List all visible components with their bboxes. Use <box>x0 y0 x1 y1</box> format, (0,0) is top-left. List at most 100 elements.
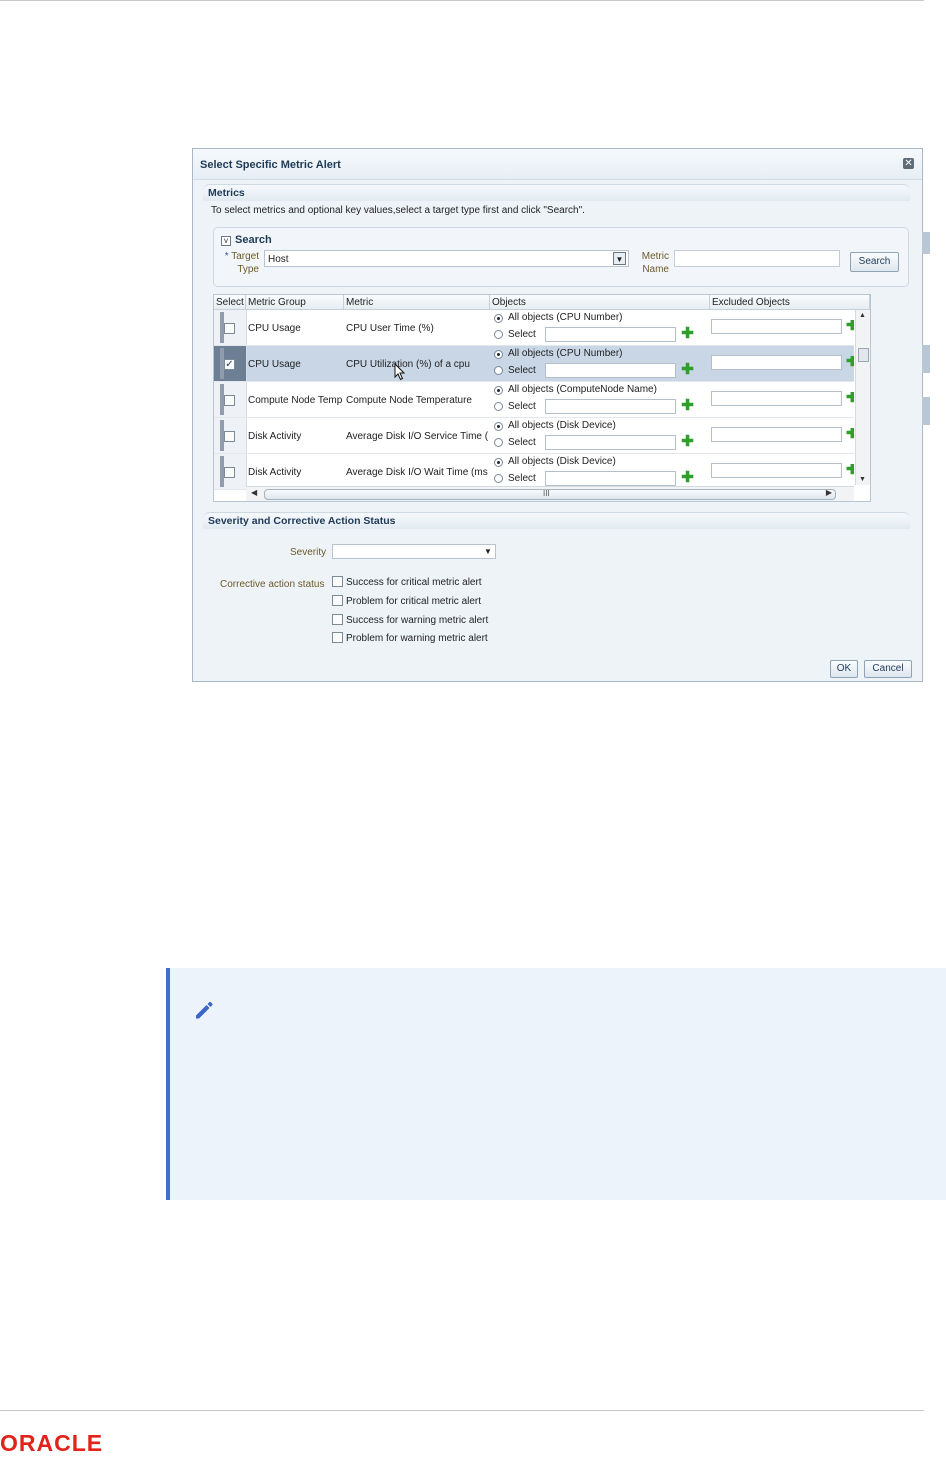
excluded-objects-input[interactable] <box>711 427 842 442</box>
dialog-title: Select Specific Metric Alert <box>200 159 341 171</box>
page-edge-strip <box>922 397 930 425</box>
option-checkbox[interactable] <box>332 576 343 587</box>
chevron-down-icon[interactable]: ▼ <box>482 546 494 557</box>
add-icon[interactable]: ✚ <box>681 326 694 341</box>
row-select-checkbox[interactable] <box>224 467 235 478</box>
select-objects-radio[interactable] <box>494 438 503 447</box>
target-type-label: * Target Type <box>224 251 259 275</box>
add-icon[interactable]: ✚ <box>681 470 694 485</box>
corrective-option[interactable]: Success for warning metric alert <box>332 614 488 626</box>
scrollbar-thumb[interactable]: III <box>264 489 836 500</box>
corrective-option[interactable]: Success for critical metric alert <box>332 576 482 588</box>
disclosure-icon[interactable]: v <box>221 236 231 246</box>
oracle-logo-text: ORACLE <box>0 1430 103 1456</box>
metric-group-cell: Disk Activity <box>248 431 302 442</box>
metric-cell: CPU User Time (%) <box>346 323 434 334</box>
add-icon[interactable]: ✚ <box>846 320 854 333</box>
select-objects-radio[interactable] <box>494 330 503 339</box>
all-objects-radio[interactable] <box>494 422 503 431</box>
all-objects-radio[interactable] <box>494 386 503 395</box>
page-edge-strip <box>922 232 930 254</box>
vertical-scrollbar[interactable]: ▲ ▼ <box>855 310 870 485</box>
close-icon[interactable]: ✕ <box>903 158 914 169</box>
select-objects-label: Select <box>508 401 536 412</box>
page-edge-strip <box>922 345 930 373</box>
objects-input[interactable] <box>545 363 676 378</box>
excluded-objects-input[interactable] <box>711 463 842 478</box>
row-select-checkbox[interactable] <box>224 431 235 442</box>
select-objects-radio[interactable] <box>494 366 503 375</box>
row-select-checkbox[interactable]: ✓ <box>224 359 235 370</box>
add-icon[interactable]: ✚ <box>681 362 694 377</box>
objects-input[interactable] <box>545 471 676 486</box>
row-select-checkbox[interactable] <box>224 323 235 334</box>
select-objects-radio[interactable] <box>494 402 503 411</box>
select-objects-label: Select <box>508 473 536 484</box>
note-box <box>166 968 946 1200</box>
select-metric-alert-dialog: Select Specific Metric Alert ✕ Metrics T… <box>192 148 930 682</box>
dialog-title-bar: Select Specific Metric Alert ✕ <box>193 149 922 180</box>
objects-input[interactable] <box>545 327 676 342</box>
metrics-table: Select Metric Group Metric Objects Exclu… <box>213 294 871 502</box>
all-objects-radio[interactable] <box>494 314 503 323</box>
metric-group-cell: CPU Usage <box>248 323 301 334</box>
excluded-objects-input[interactable] <box>711 391 842 406</box>
chevron-down-icon[interactable]: ▼ <box>613 252 626 265</box>
add-icon[interactable]: ✚ <box>846 356 854 369</box>
metric-cell: Average Disk I/O Wait Time (ms) <box>346 467 488 478</box>
column-header[interactable]: Metric Group <box>246 295 344 310</box>
column-header[interactable]: Objects <box>490 295 710 310</box>
scrollbar-thumb[interactable] <box>858 348 869 362</box>
scroll-right-icon[interactable]: ▶ <box>826 488 832 497</box>
scroll-down-icon[interactable]: ▼ <box>859 476 866 483</box>
add-icon[interactable]: ✚ <box>681 434 694 449</box>
metric-cell: Compute Node Temperature <box>346 395 472 406</box>
select-objects-radio[interactable] <box>494 474 503 483</box>
footer-rule <box>0 1410 924 1411</box>
table-row[interactable]: Disk Activity Average Disk I/O Wait Time… <box>214 454 854 490</box>
metrics-section-title: Metrics <box>208 187 245 199</box>
table-row[interactable]: Disk Activity Average Disk I/O Service T… <box>214 418 854 454</box>
horizontal-scrollbar[interactable]: ◀ III ▶ <box>246 486 854 501</box>
all-objects-radio[interactable] <box>494 458 503 467</box>
corrective-option[interactable]: Problem for warning metric alert <box>332 632 488 644</box>
corrective-option[interactable]: Problem for critical metric alert <box>332 595 481 607</box>
option-checkbox[interactable] <box>332 632 343 643</box>
add-icon[interactable]: ✚ <box>846 392 854 405</box>
metric-name-label: Metric Name <box>641 251 669 275</box>
column-header[interactable]: Select <box>214 295 246 310</box>
column-header[interactable]: Excluded Objects <box>710 295 870 310</box>
metric-name-input[interactable] <box>674 250 840 267</box>
all-objects-label: All objects (CPU Number) <box>508 348 623 359</box>
option-checkbox[interactable] <box>332 595 343 606</box>
add-icon[interactable]: ✚ <box>681 398 694 413</box>
table-row[interactable]: ✓ CPU Usage CPU Utilization (%) of a cpu… <box>214 346 854 382</box>
objects-input[interactable] <box>545 435 676 450</box>
search-button[interactable]: Search <box>850 252 899 272</box>
metrics-section-header: Metrics <box>203 184 910 201</box>
all-objects-radio[interactable] <box>494 350 503 359</box>
scroll-up-icon[interactable]: ▲ <box>859 312 866 319</box>
instruction-text: To select metrics and optional key value… <box>211 205 585 216</box>
column-header[interactable]: Metric <box>344 295 490 310</box>
severity-select[interactable] <box>332 544 496 559</box>
all-objects-label: All objects (Disk Device) <box>508 420 616 431</box>
metric-group-cell: CPU Usage <box>248 359 301 370</box>
option-checkbox[interactable] <box>332 614 343 625</box>
add-icon[interactable]: ✚ <box>846 464 854 477</box>
metric-cell: CPU Utilization (%) of a cpu <box>346 359 470 370</box>
objects-input[interactable] <box>545 399 676 414</box>
excluded-objects-input[interactable] <box>711 319 842 334</box>
scroll-left-icon[interactable]: ◀ <box>251 488 257 497</box>
add-icon[interactable]: ✚ <box>846 428 854 441</box>
excluded-objects-input[interactable] <box>711 355 842 370</box>
cancel-button[interactable]: Cancel <box>864 660 912 678</box>
ok-button[interactable]: OK <box>830 660 858 678</box>
metric-group-cell: Compute Node Temperature <box>248 395 342 406</box>
row-select-checkbox[interactable] <box>224 395 235 406</box>
table-row[interactable]: CPU Usage CPU User Time (%) All objects … <box>214 310 854 346</box>
select-objects-label: Select <box>508 365 536 376</box>
oracle-logo: ORACLE <box>0 1430 130 1461</box>
target-type-select[interactable]: Host <box>264 250 629 267</box>
table-row[interactable]: Compute Node Temperature Compute Node Te… <box>214 382 854 418</box>
